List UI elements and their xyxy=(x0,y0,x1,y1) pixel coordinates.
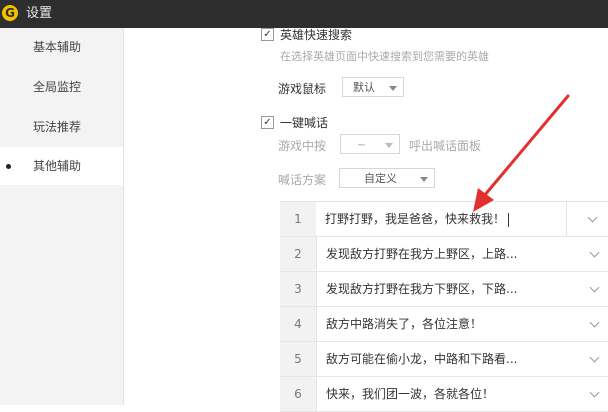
settings-panel: ✓ 英雄快速搜索 在选择英雄页面中快速搜索到您需要的英雄 游戏鼠标 默认 ✓ 一… xyxy=(124,28,608,412)
sidebar-item-basic-assist[interactable]: 基本辅助 xyxy=(0,28,123,66)
phrase-text: 快来，我们团一波，各就各位！ xyxy=(326,387,495,401)
chevron-down-icon xyxy=(420,177,428,182)
phrase-text: 发现敌方打野在我方下野区，下路... xyxy=(326,282,518,296)
hero-search-checkbox[interactable]: ✓ xyxy=(261,28,274,41)
phrase-row[interactable]: 2 发现敌方打野在我方上野区，上路... xyxy=(280,237,608,272)
phrase-text-input[interactable]: 打野打野，我是爸爸，快来救我！ xyxy=(316,202,575,236)
sidebar-item-label: 全局监控 xyxy=(33,80,82,94)
phrase-list: 1 打野打野，我是爸爸，快来救我！ 2 发现敌方打野在我方上野区，上路... 3… xyxy=(280,201,608,412)
sidebar: 基本辅助 全局监控 玩法推荐 其他辅助 xyxy=(0,28,124,405)
phrase-text: 打野打野，我是爸爸，快来救我！ xyxy=(325,212,506,226)
window-title: 设置 xyxy=(26,6,53,21)
phrase-text: 发现敌方打野在我方上野区，上路... xyxy=(326,247,518,261)
phrase-row[interactable]: 5 敌方可能在偷小龙，中路和下路看... xyxy=(280,342,608,377)
phrase-number: 1 xyxy=(280,202,317,236)
chevron-down-icon xyxy=(385,143,393,148)
hero-search-description: 在选择英雄页面中快速搜索到您需要的英雄 xyxy=(280,50,489,63)
sidebar-item-gameplay-recommend[interactable]: 玩法推荐 xyxy=(0,108,123,146)
phrase-number: 6 xyxy=(280,377,317,411)
quick-chat-checkbox[interactable]: ✓ xyxy=(261,116,274,129)
phrase-row[interactable]: 4 敌方中路消失了，各位注意！ xyxy=(280,307,608,342)
scheme-value: 自定义 xyxy=(364,172,397,185)
sidebar-item-other-assist[interactable]: 其他辅助 xyxy=(0,147,123,185)
phrase-row[interactable]: 3 发现敌方打野在我方下野区，下路... xyxy=(280,272,608,307)
game-mouse-select[interactable]: 默认 xyxy=(342,77,404,97)
sidebar-item-label: 基本辅助 xyxy=(33,40,82,54)
chevron-down-icon[interactable] xyxy=(589,282,600,293)
chevron-down-icon[interactable] xyxy=(589,317,600,328)
divider xyxy=(566,202,567,236)
game-mouse-value: 默认 xyxy=(353,81,375,94)
chevron-down-icon[interactable] xyxy=(589,247,600,258)
hotkey-value: ~ xyxy=(357,138,367,151)
phrase-number: 3 xyxy=(280,272,317,306)
phrase-text: 敌方中路消失了，各位注意！ xyxy=(326,317,483,331)
phrase-number: 5 xyxy=(280,342,317,376)
active-indicator-icon xyxy=(6,164,11,169)
chevron-down-icon[interactable] xyxy=(589,387,600,398)
app-logo-icon: G xyxy=(2,5,18,21)
title-bar: G 设置 xyxy=(0,0,608,28)
text-caret xyxy=(508,212,510,227)
sidebar-item-label: 其他辅助 xyxy=(33,159,82,173)
chevron-down-icon[interactable] xyxy=(589,352,600,363)
phrase-row[interactable]: 6 快来，我们团一波，各就各位！ xyxy=(280,377,608,412)
chevron-down-icon[interactable] xyxy=(587,212,598,223)
phrase-text: 敌方可能在偷小龙，中路和下路看... xyxy=(326,352,518,366)
hero-search-label: 英雄快速搜索 xyxy=(280,28,353,42)
chevron-down-icon xyxy=(389,86,397,91)
scheme-label: 喊话方案 xyxy=(278,173,327,187)
phrase-number: 2 xyxy=(280,237,317,271)
phrase-number: 4 xyxy=(280,307,317,341)
sidebar-item-global-monitor[interactable]: 全局监控 xyxy=(0,68,123,106)
phrase-row[interactable]: 1 打野打野，我是爸爸，快来救我！ xyxy=(280,202,608,237)
sidebar-item-label: 玩法推荐 xyxy=(33,120,82,134)
hotkey-select[interactable]: ~ xyxy=(340,134,400,154)
game-mouse-label: 游戏鼠标 xyxy=(278,82,327,96)
hotkey-suffix-text: 呼出喊话面板 xyxy=(409,139,482,153)
quick-chat-label: 一键喊话 xyxy=(280,116,329,130)
scheme-select[interactable]: 自定义 xyxy=(339,168,435,188)
hotkey-label: 游戏中按 xyxy=(278,139,327,153)
